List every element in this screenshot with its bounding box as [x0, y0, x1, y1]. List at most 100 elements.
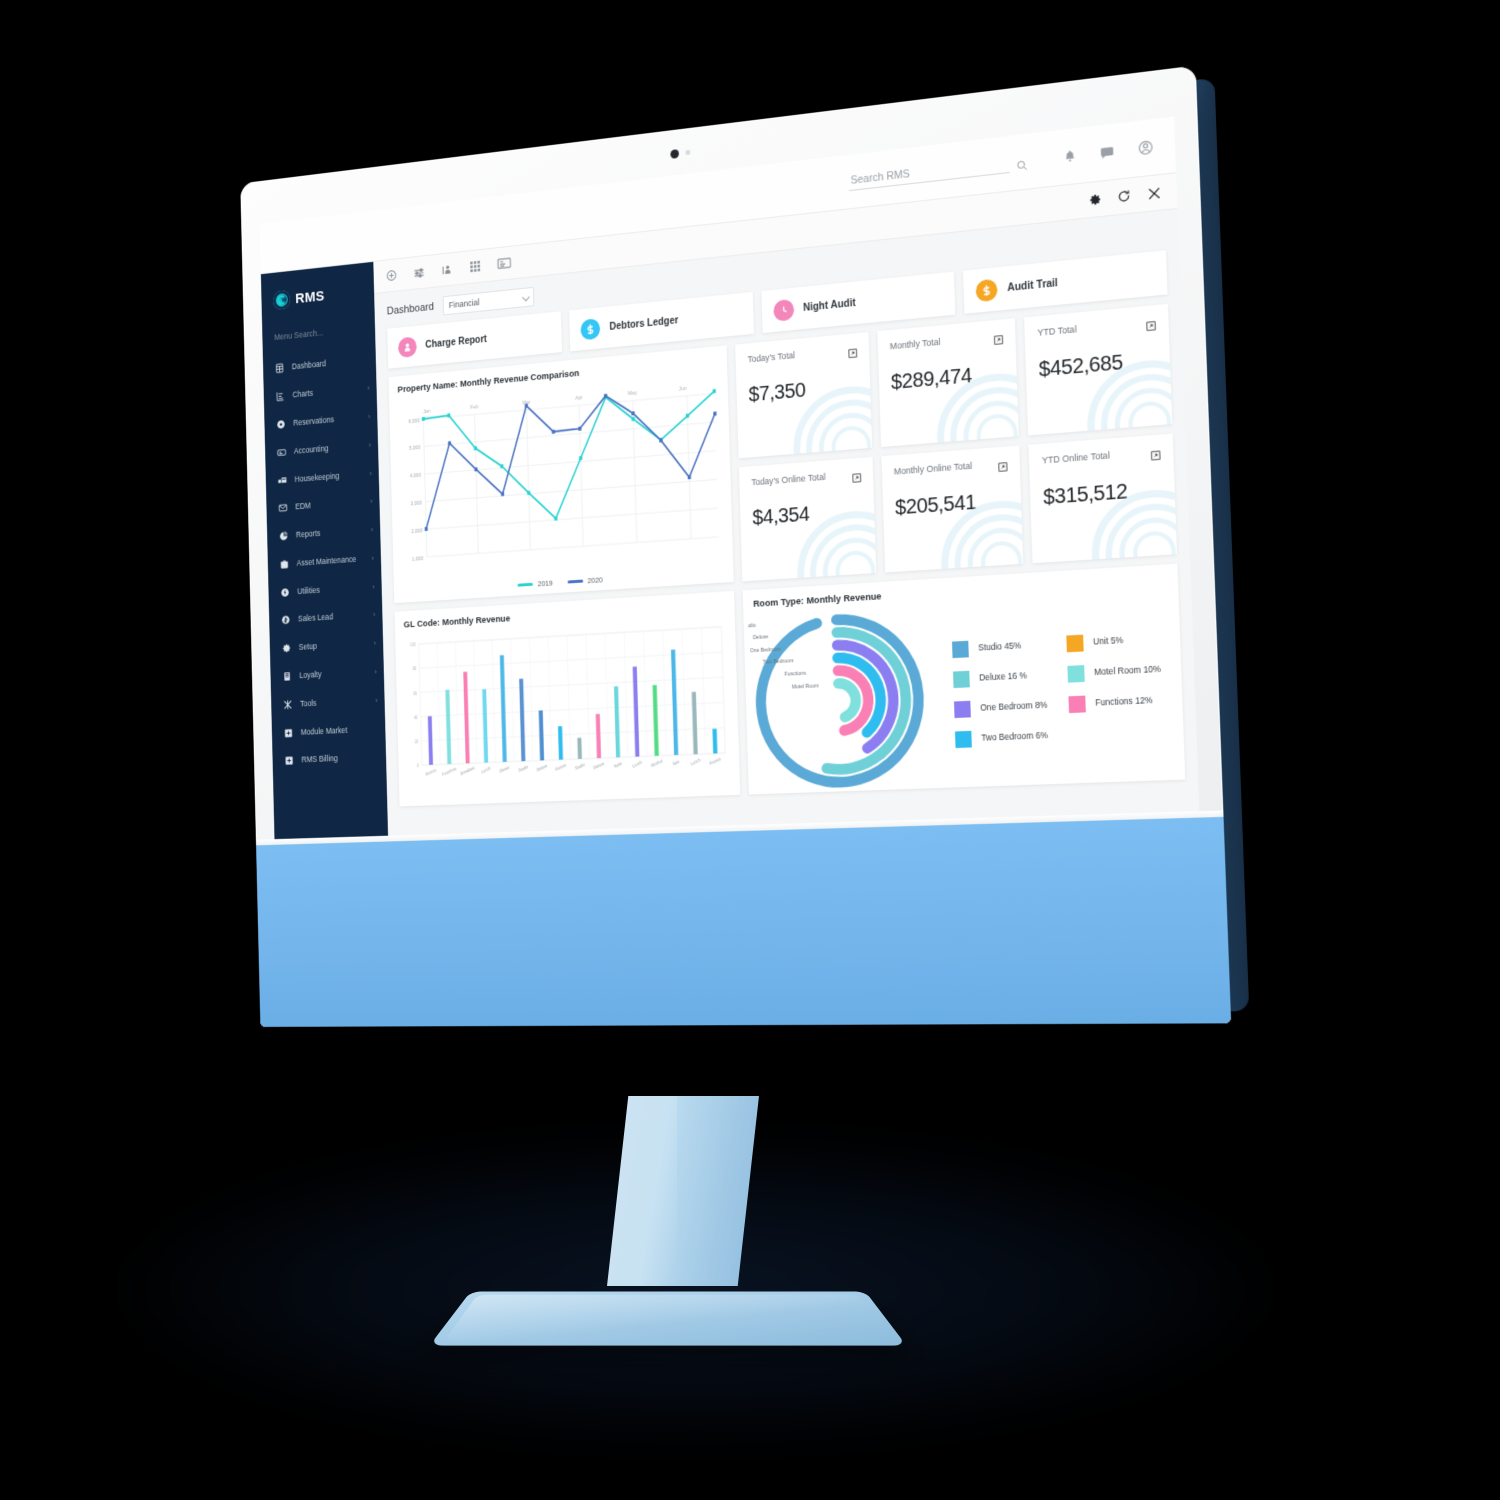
expand-icon[interactable] — [1151, 446, 1161, 466]
dashboard-view-select[interactable] — [442, 286, 535, 316]
sidebar-item-label: Reports — [295, 529, 321, 540]
sidebar-item-label: RMS Billing — [301, 754, 338, 765]
sidebar-item-label: Sales Lead — [297, 613, 334, 624]
svg-text:One Bedroom: One Bedroom — [750, 647, 781, 655]
edm-icon — [278, 503, 288, 514]
quick-card-charge-report[interactable]: Charge Report — [387, 311, 563, 369]
dashboard-view-select-wrap[interactable] — [442, 286, 535, 316]
chevron-right-icon: › — [367, 412, 371, 421]
donut-legend-item-motel-room[interactable]: Motel Room 10% — [1067, 660, 1175, 683]
stat-card-ytd-total[interactable]: YTD Total $452,685 — [1024, 303, 1173, 436]
stat-value: $205,541 — [894, 491, 977, 520]
monitor-bezel: RMS Menu Search... DashboardCharts›Reser… — [240, 65, 1232, 1027]
legend-swatch — [1067, 664, 1085, 683]
monitor-stand-base — [429, 1291, 907, 1346]
donut-legend-item-one-bedroom[interactable]: One Bedroom 8% — [954, 696, 1058, 718]
close-icon[interactable] — [1147, 185, 1162, 201]
svg-text:Suite: Suite — [613, 760, 623, 769]
quick-card-night-audit[interactable]: Night Audit — [760, 271, 956, 334]
stat-label: YTD Online Total — [1041, 450, 1110, 466]
grid-apps-icon[interactable] — [469, 260, 481, 274]
stat-card-monthly-total[interactable]: Monthly Total $289,474 — [877, 318, 1020, 448]
donut-legend-item-unit[interactable]: Unit 5% — [1066, 629, 1174, 652]
chat-icon[interactable] — [1099, 144, 1114, 160]
window-controls — [1089, 185, 1162, 208]
legend-label: Two Bedroom 6% — [981, 730, 1049, 743]
legend-label: Deluxe 16 % — [979, 671, 1028, 683]
stat-label: Today's Online Total — [751, 471, 826, 488]
svg-text:0: 0 — [417, 763, 420, 768]
monitor-chin — [256, 816, 1232, 1027]
chevron-right-icon: › — [369, 468, 372, 478]
chevron-right-icon: › — [370, 525, 374, 535]
reservations-icon — [276, 419, 286, 430]
sliders-icon[interactable] — [413, 265, 426, 280]
donut-legend-item-functions[interactable]: Functions 12% — [1068, 691, 1177, 713]
rms-billing-icon — [284, 755, 294, 766]
sidebar-item-label: Housekeeping — [294, 471, 340, 484]
svg-text:Rooms: Rooms — [709, 756, 722, 766]
stat-value: $7,350 — [748, 379, 806, 407]
legend-item-2019[interactable]: 2019 — [517, 579, 553, 590]
cash-register-icon[interactable] — [497, 256, 512, 270]
refresh-icon[interactable] — [1117, 189, 1131, 204]
legend-label: One Bedroom 8% — [980, 700, 1048, 713]
sidebar-item-label: Accounting — [293, 444, 329, 456]
donut-legend-item-deluxe[interactable]: Deluxe 16 % — [953, 666, 1057, 688]
reports-icon — [279, 531, 289, 542]
donut-chart-title: Room Type: Monthly Revenue — [752, 591, 882, 609]
main-area: Dashboard Charge Report Debtors Ledger Nig… — [373, 173, 1200, 840]
donut-body: Studio Deluxe One Bedroom Two Bedroom Functi… — [744, 586, 1186, 794]
global-search[interactable] — [848, 150, 1040, 192]
expand-icon[interactable] — [1146, 317, 1156, 337]
svg-text:Rooms: Rooms — [555, 762, 567, 772]
donut-legend-item-two-bedroom[interactable]: Two Bedroom 6% — [955, 727, 1059, 748]
svg-text:Deluxe: Deluxe — [593, 760, 606, 770]
quick-card-audit-trail[interactable]: Audit Trail — [962, 250, 1168, 314]
expand-icon[interactable] — [852, 469, 861, 488]
search-input[interactable] — [848, 153, 1010, 192]
svg-text:Functions: Functions — [785, 671, 807, 678]
stat-label: Monthly Total — [889, 336, 941, 352]
room-type-panel: Room Type: Monthly Revenue Studio Deluxe O… — [743, 563, 1186, 795]
sidebar-item-rms-billing[interactable]: RMS Billing — [272, 743, 386, 776]
chevron-right-icon: › — [371, 553, 375, 563]
monitor-stand-neck — [607, 1096, 759, 1286]
svg-text:Functions: Functions — [441, 766, 456, 778]
donut-legend-item-studio[interactable]: Studio 45% — [952, 636, 1056, 658]
expand-icon[interactable] — [848, 344, 857, 363]
decorative-rings — [760, 349, 873, 459]
stat-card-today-s-online-total[interactable]: Today's Online Total $4,354 — [739, 456, 877, 582]
user-icon[interactable] — [1137, 139, 1153, 157]
sidebar-item-label: Reservations — [293, 415, 335, 428]
expand-icon[interactable] — [994, 331, 1004, 350]
search-icon[interactable] — [1016, 159, 1029, 173]
legend-swatch — [567, 579, 583, 584]
chevron-right-icon: › — [370, 497, 373, 506]
chevron-right-icon: › — [368, 440, 372, 450]
dashboard-content: Dashboard Charge Report Debtors Ledger Nig… — [374, 209, 1199, 840]
legend-label: Motel Room 10% — [1093, 664, 1162, 678]
bell-icon[interactable] — [1063, 149, 1077, 164]
tools-icon — [283, 699, 293, 710]
stat-card-monthly-online-total[interactable]: Monthly Online Total $205,541 — [881, 445, 1024, 573]
svg-text:20: 20 — [414, 739, 418, 744]
stat-label: Today's Total — [747, 350, 796, 365]
legend-label: Functions 12% — [1095, 695, 1153, 708]
chevron-right-icon: › — [373, 638, 377, 648]
gear-icon[interactable] — [1089, 192, 1102, 206]
legend-item-2020[interactable]: 2020 — [567, 575, 603, 586]
expand-icon[interactable] — [998, 458, 1008, 477]
svg-text:100: 100 — [410, 642, 416, 648]
svg-text:Deluxe: Deluxe — [753, 635, 769, 642]
stat-card-ytd-online-total[interactable]: YTD Online Total $315,512 — [1028, 433, 1178, 564]
screen: RMS Menu Search... DashboardCharts›Reser… — [259, 116, 1200, 843]
svg-text:80: 80 — [413, 666, 417, 672]
guest-location-icon[interactable] — [441, 262, 454, 277]
quick-card-debtors-ledger[interactable]: Debtors Ledger — [569, 291, 754, 352]
decorative-rings — [763, 474, 877, 582]
gl-code-panel: GL Code: Monthly Revenue 0 20 40 60 80 100 Roo… — [394, 590, 741, 807]
plus-circle-icon[interactable] — [386, 269, 398, 283]
stat-card-today-s-total[interactable]: Today's Total $7,350 — [735, 332, 873, 459]
monitor: RMS Menu Search... DashboardCharts›Reser… — [240, 65, 1250, 1027]
